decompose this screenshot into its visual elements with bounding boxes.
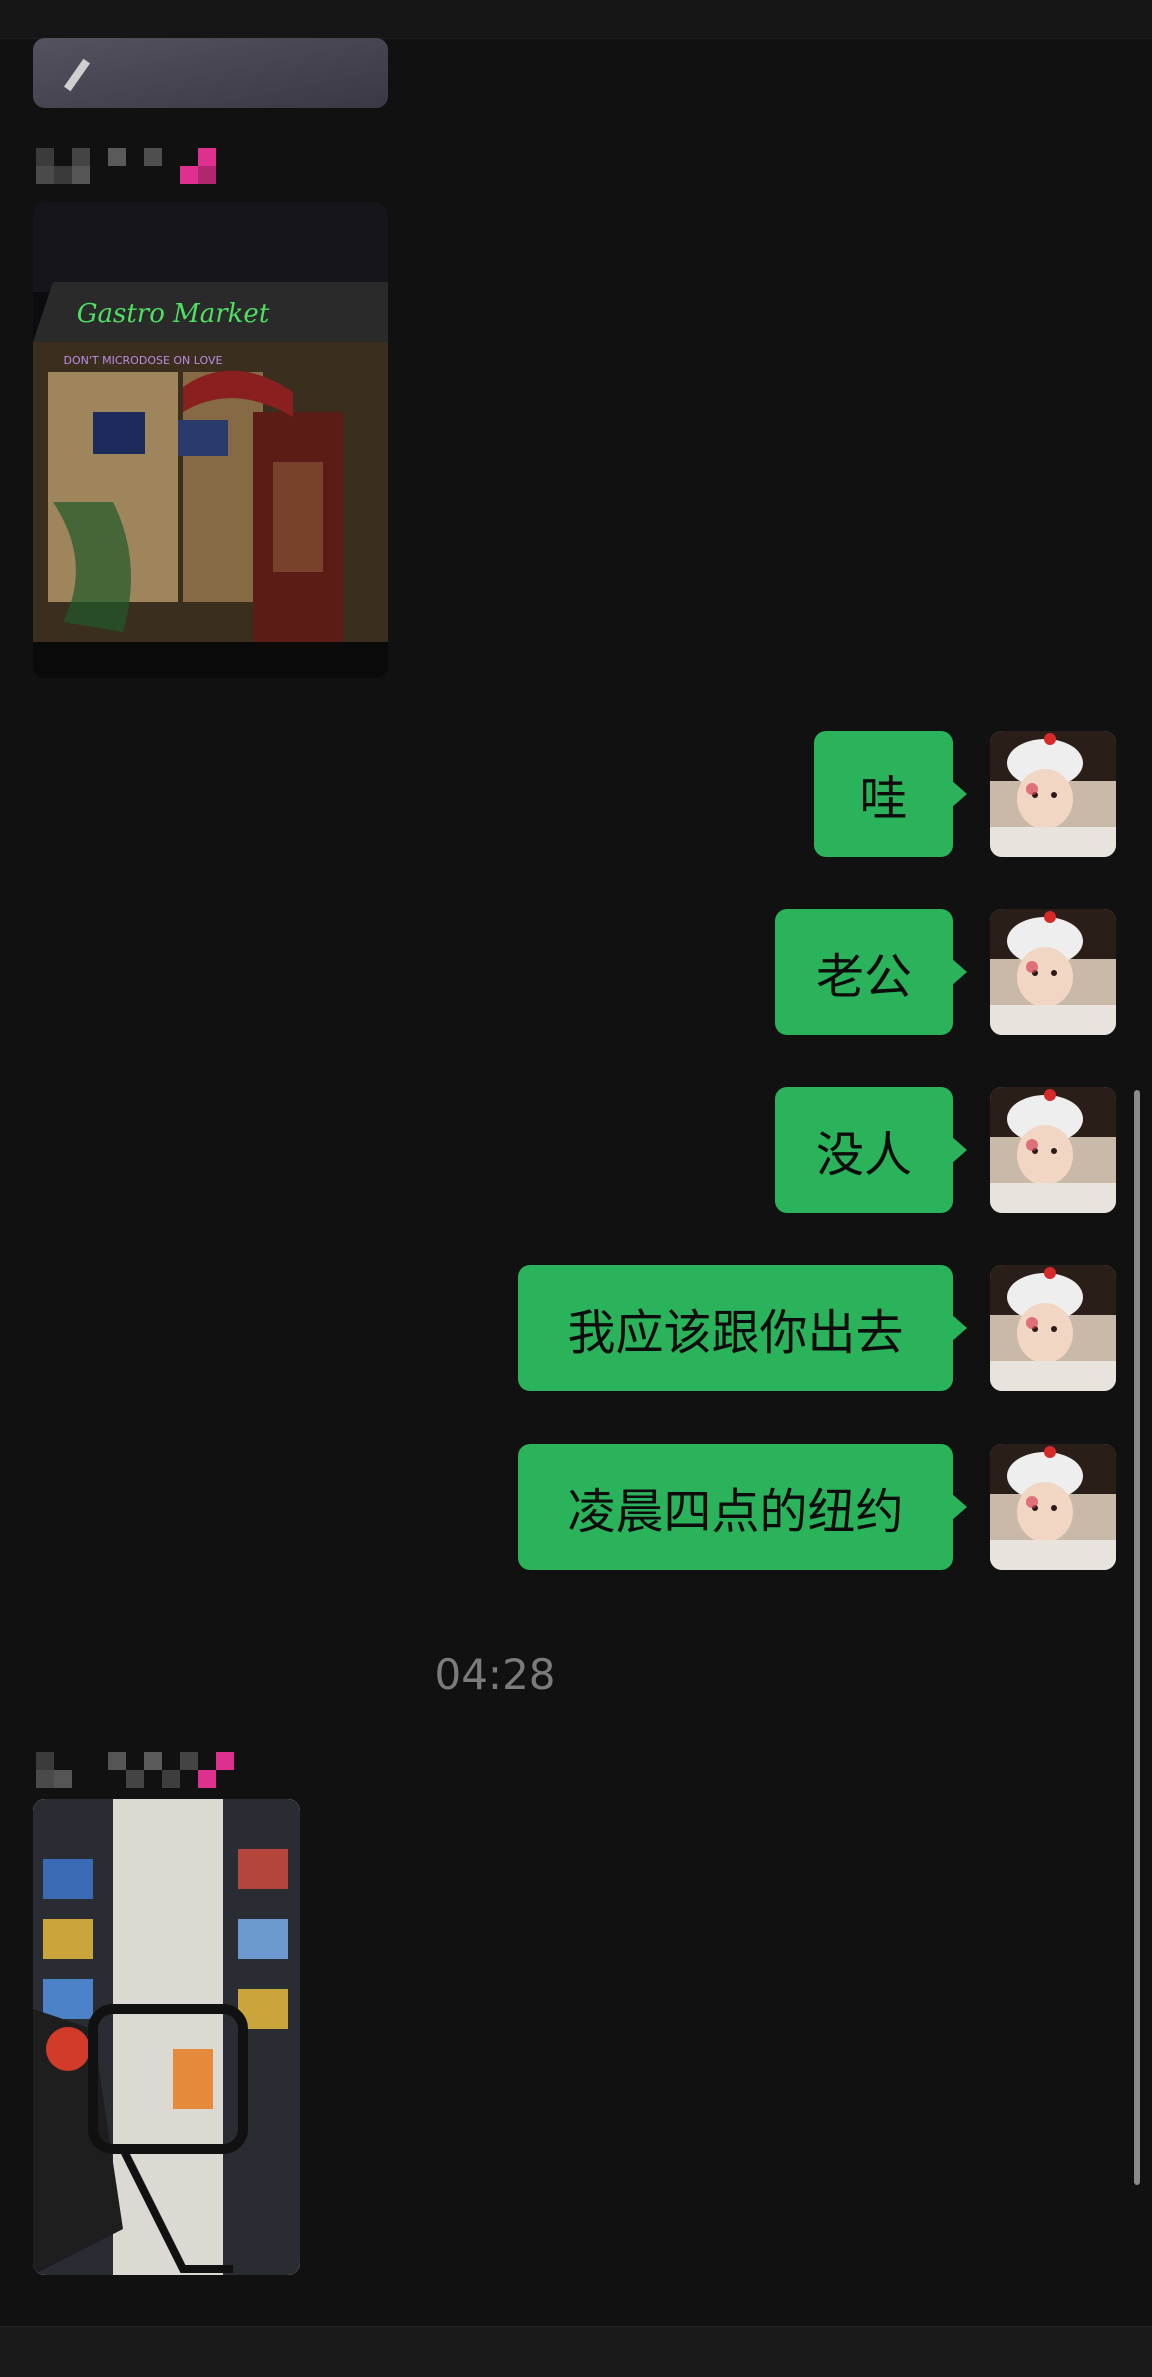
message-bubble[interactable]: 老公 — [775, 909, 967, 1035]
sender-name-blurred — [33, 1748, 234, 1788]
avatar-image — [990, 909, 1116, 1035]
message-row: 我应该跟你出去 — [0, 1265, 1152, 1391]
user-avatar[interactable] — [990, 1444, 1116, 1570]
photo-message-store[interactable]: Gastro Market DON'T MICRODOSE ON LOVE — [33, 202, 388, 678]
road-photo-thumbnail — [33, 38, 388, 108]
top-bar — [0, 0, 1152, 39]
store-photo: Gastro Market DON'T MICRODOSE ON LOVE — [33, 202, 388, 678]
photo-message-partial[interactable] — [33, 38, 388, 108]
avatar-image — [990, 731, 1116, 857]
user-avatar[interactable] — [990, 731, 1116, 857]
message-timestamp: 04:28 — [434, 1650, 556, 1699]
scrollbar[interactable] — [1134, 1090, 1140, 2185]
user-avatar[interactable] — [990, 909, 1116, 1035]
photo-message-supermarket[interactable] — [33, 1799, 300, 2275]
bottom-bar — [0, 2326, 1152, 2377]
user-avatar[interactable] — [990, 1265, 1116, 1391]
store-sign-subtext: DON'T MICRODOSE ON LOVE — [64, 354, 223, 367]
supermarket-photo — [33, 1799, 300, 2275]
store-sign-text: Gastro Market — [77, 299, 270, 329]
message-bubble[interactable]: 凌晨四点的纽约 — [518, 1444, 967, 1570]
message-row: 凌晨四点的纽约 — [0, 1444, 1152, 1570]
user-avatar[interactable] — [990, 1087, 1116, 1213]
message-row: 哇 — [0, 731, 1152, 857]
avatar-image — [990, 1087, 1116, 1213]
message-bubble[interactable]: 没人 — [775, 1087, 967, 1213]
message-bubble[interactable]: 我应该跟你出去 — [518, 1265, 967, 1391]
sender-name-blurred — [33, 144, 223, 184]
avatar-image — [990, 1265, 1116, 1391]
message-row: 没人 — [0, 1087, 1152, 1213]
message-row: 老公 — [0, 909, 1152, 1035]
avatar-image — [990, 1444, 1116, 1570]
message-bubble[interactable]: 哇 — [814, 731, 967, 857]
